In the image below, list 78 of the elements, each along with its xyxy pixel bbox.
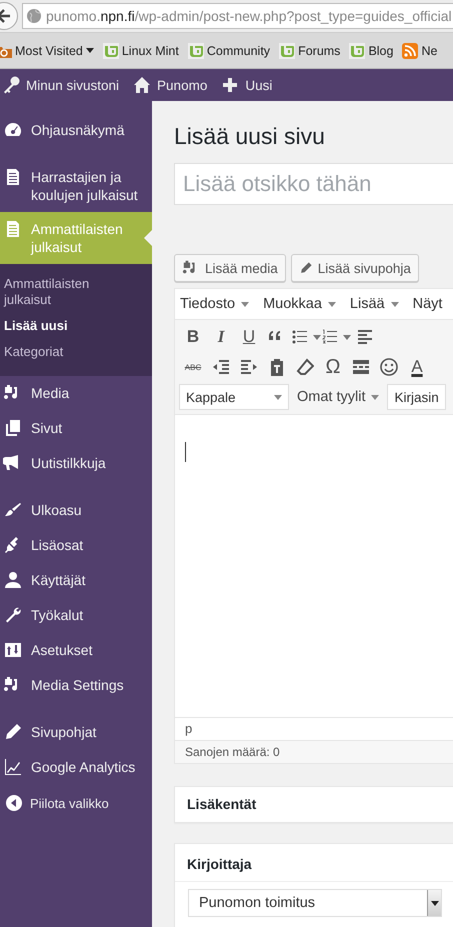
- toolbar-link[interactable]: Punomo: [133, 76, 208, 94]
- bookmark[interactable]: Linux Mint: [102, 42, 179, 58]
- title-field[interactable]: Lisää otsikko tähän: [174, 163, 453, 205]
- bookmark[interactable]: Ne: [402, 42, 438, 58]
- plus-icon: [221, 76, 240, 94]
- toolbar-button[interactable]: U: [235, 323, 263, 351]
- toolbar-button[interactable]: B: [179, 323, 207, 351]
- menu-item[interactable]: Muokkaa: [263, 296, 336, 312]
- menu-item[interactable]: Asetukset: [0, 633, 152, 668]
- menu-item[interactable]: Media: [0, 376, 152, 411]
- menu-item[interactable]: Uutistilkkuja: [0, 446, 152, 481]
- word-count: Sanojen määrä: 0: [175, 740, 453, 763]
- user-icon: [3, 570, 23, 590]
- submenu-item[interactable]: Kategoriat: [0, 339, 152, 365]
- menu-item[interactable]: Sivut: [0, 411, 152, 446]
- outdent-icon: [212, 358, 230, 376]
- add-button[interactable]: Lisää sivupohja: [290, 254, 419, 282]
- author-select[interactable]: Punomon toimitus: [188, 889, 442, 917]
- pencil-icon: [3, 722, 23, 742]
- menu-item[interactable]: Ulkoasu: [0, 493, 152, 528]
- add-button[interactable]: Lisää media: [174, 254, 286, 282]
- submenu-item[interactable]: Lisää uusi: [0, 313, 152, 339]
- menu-item[interactable]: Sivupohjat: [0, 715, 152, 750]
- menu-item[interactable]: Google Analytics: [0, 750, 152, 785]
- page-title: Lisää uusi sivu: [174, 122, 326, 151]
- leaf-icon: [188, 42, 204, 58]
- bookmark[interactable]: Blog: [349, 42, 394, 58]
- indent-icon: [240, 358, 258, 376]
- menu-item[interactable]: Lisää: [350, 296, 399, 312]
- key-icon: [2, 76, 20, 94]
- menu-item[interactable]: Lisäosat: [0, 528, 152, 563]
- toolbar-link[interactable]: Uusi: [221, 76, 272, 94]
- align-left-icon: [356, 328, 374, 346]
- bulleted-list-icon: [291, 328, 309, 346]
- globe-icon: [27, 9, 41, 23]
- caret-icon: [274, 394, 282, 400]
- leaf-icon: [279, 42, 296, 58]
- read-more-icon: [352, 358, 370, 376]
- collapse-icon: [4, 793, 24, 813]
- menu-item[interactable]: Näyt: [412, 296, 442, 312]
- bookmark[interactable]: Community: [188, 42, 270, 58]
- toolbar-button[interactable]: ABC: [179, 353, 207, 381]
- menu-item[interactable]: Ohjausnäkymä: [0, 113, 152, 148]
- format-select[interactable]: Kirjasin: [387, 384, 446, 410]
- toolbar-button[interactable]: Ω: [319, 353, 347, 381]
- pencil-icon: [298, 261, 313, 275]
- toolbar-button[interactable]: A: [403, 353, 431, 381]
- menu-item[interactable]: Työkalut: [0, 598, 152, 633]
- caret-icon: [430, 900, 438, 906]
- format-select[interactable]: Kappale: [179, 384, 289, 410]
- home-icon: [133, 76, 152, 94]
- styles-menu[interactable]: Omat tyylit: [295, 389, 382, 405]
- numbered-list-icon: [321, 328, 339, 346]
- collapse-menu-button[interactable]: Piilota valikko: [0, 785, 152, 821]
- menu-item[interactable]: Media Settings: [0, 668, 152, 703]
- box-title[interactable]: Lisäkentät: [175, 787, 453, 822]
- clipboard-icon: [268, 358, 286, 376]
- chart-icon: [3, 757, 23, 777]
- address-bar[interactable]: punomo.npn.fi/wp-admin/post-new.php?post_type=guides_official: [22, 3, 453, 29]
- back-arrow-icon: [0, 9, 11, 23]
- pages-icon: [3, 418, 23, 438]
- smiley-icon: [380, 358, 398, 376]
- text-cursor: [185, 442, 186, 462]
- menu-item[interactable]: Käyttäjät: [0, 563, 152, 598]
- sliders-icon: [3, 640, 23, 660]
- bookmark[interactable]: Most Visited: [0, 42, 94, 58]
- toolbar-button[interactable]: I: [207, 323, 235, 351]
- menu-item[interactable]: Harrastajien ja koulujen julkaisut: [0, 160, 152, 212]
- box-title[interactable]: Kirjoittaja: [175, 844, 453, 882]
- feed-icon: [402, 42, 418, 58]
- leaf-icon: [102, 42, 119, 58]
- bookmark[interactable]: Forums: [279, 42, 340, 58]
- toolbar-link[interactable]: Minun sivustoni: [2, 76, 120, 94]
- menu-item[interactable]: Tiedosto: [180, 296, 250, 312]
- caret-icon: [371, 394, 380, 400]
- eraser-icon: [296, 358, 314, 376]
- submenu-item[interactable]: Ammattilaisten julkaisut: [0, 271, 152, 313]
- leaf-icon: [349, 42, 366, 58]
